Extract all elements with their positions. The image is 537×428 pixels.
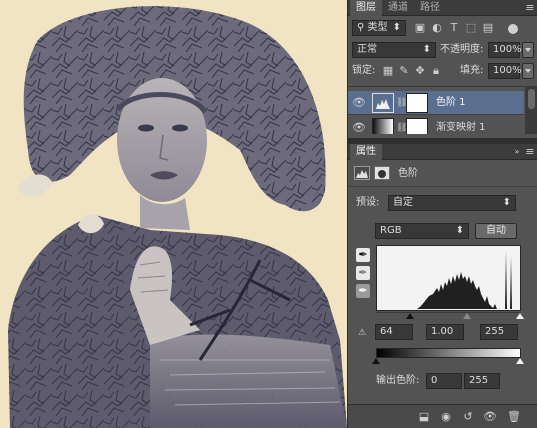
lock-pixels-icon[interactable]: ✎ [398, 64, 410, 78]
chevron-down-icon [525, 69, 531, 73]
layers-scrollbar[interactable] [525, 86, 537, 134]
output-white-field[interactable]: 255 [464, 373, 500, 389]
levels-adjustment-icon [354, 166, 370, 180]
output-black-field[interactable]: 0 [426, 373, 462, 389]
tab-properties[interactable]: 属性 [350, 144, 382, 160]
histogram-thumb-icon [376, 99, 390, 109]
layer-filter-select[interactable]: ⚲ 类型 ⬍ [352, 20, 406, 36]
layer-name-levels: 色阶 1 [436, 97, 466, 108]
double-exposure-artwork [8, 6, 347, 428]
auto-button[interactable]: 自动 [475, 223, 517, 239]
blend-mode-select[interactable]: 正常 ⬍ [352, 42, 436, 58]
preset-select[interactable]: 自定 ⬍ [388, 195, 516, 211]
document-canvas[interactable] [0, 0, 347, 428]
output-white-slider[interactable] [516, 358, 524, 364]
properties-tabbar: 属性 » ≡ [348, 144, 537, 160]
opacity-label: 不透明度: [440, 44, 484, 55]
input-slider-track [376, 312, 521, 313]
input-black-field[interactable]: 64 [375, 324, 413, 340]
right-eye [172, 124, 188, 132]
filter-type-icon[interactable]: T [448, 21, 460, 35]
histogram-mini-icon [356, 170, 368, 178]
properties-footer: ⬓ ◉ ↺ 👁︎ 🗑︎ [348, 404, 537, 428]
opacity-input[interactable]: 100% [488, 42, 522, 58]
panels-dock: 图层 通道 路径 ≡ ⚲ 类型 ⬍ ▣ ◐ T ⬚ ▤ 正常 ⬍ 不透明度: 1… [347, 0, 537, 428]
fill-input[interactable]: 100% [488, 63, 522, 79]
flower-bud [18, 174, 52, 197]
toggle-visibility-icon[interactable]: 👁︎ [482, 410, 498, 424]
histogram [376, 245, 521, 311]
input-black-slider[interactable] [406, 313, 414, 319]
layer-row-gradient-map[interactable]: 👁︎ ⛓︎ 渐变映射 1 [348, 116, 524, 134]
link-chain-icon: ⛓︎ [396, 123, 408, 133]
filter-adjustment-icon[interactable]: ◐ [431, 21, 443, 35]
panel-menu-icon[interactable]: ≡ [524, 145, 536, 159]
divider [348, 186, 537, 187]
tab-paths[interactable]: 路径 [414, 0, 446, 16]
blend-chevron-icon: ⬍ [422, 44, 431, 55]
trash-icon[interactable]: 🗑︎ [506, 410, 522, 424]
output-black-slider[interactable] [372, 358, 380, 364]
white-point-eyedropper-icon[interactable]: ✒︎ [356, 284, 370, 298]
layers-list: 👁︎ ⛓︎ 色阶 1 👁︎ ⛓︎ 渐变映射 1 [348, 86, 525, 134]
lock-all-icon[interactable]: 🔒︎ [430, 64, 442, 78]
left-eye [138, 124, 154, 132]
tab-layers[interactable]: 图层 [350, 0, 382, 16]
layer-row-levels[interactable]: 👁︎ ⛓︎ 色阶 1 [348, 91, 524, 115]
view-previous-state-icon[interactable]: ◉ [438, 410, 454, 424]
preset-chevron-icon: ⬍ [502, 197, 511, 208]
lock-label: 锁定: [352, 65, 376, 76]
filter-pixel-icon[interactable]: ▣ [414, 21, 426, 35]
preset-label: 预设: [356, 197, 380, 208]
gray-point-eyedropper-icon[interactable]: ✒︎ [356, 266, 370, 280]
filter-smartobject-icon[interactable]: ▤ [482, 21, 494, 35]
layer-mask-thumbnail[interactable] [406, 118, 428, 134]
layer-mask-thumbnail[interactable] [406, 93, 428, 113]
clipping-warning-icon[interactable]: ⚠︎ [354, 326, 370, 340]
filter-toggle-icon[interactable] [508, 24, 518, 34]
blend-mode-value: 正常 [357, 44, 377, 55]
chevron-down-icon [525, 48, 531, 52]
input-gamma-field[interactable]: 1.00 [426, 324, 464, 340]
output-levels-label: 输出色阶: [376, 375, 420, 386]
mask-icon[interactable] [374, 166, 390, 180]
filter-chevron-icon: ⬍ [392, 22, 401, 33]
reset-icon[interactable]: ↺ [460, 410, 476, 424]
collapse-icon[interactable]: » [512, 145, 522, 159]
input-white-field[interactable]: 255 [480, 324, 518, 340]
levels-adjustment-icon [372, 93, 394, 113]
visibility-eye-icon[interactable]: 👁︎ [352, 121, 366, 134]
input-white-slider[interactable] [516, 313, 524, 319]
link-chain-icon: ⛓︎ [396, 98, 408, 108]
input-gray-slider[interactable] [463, 313, 471, 319]
lock-transparency-icon[interactable]: ▦ [382, 64, 394, 78]
fill-dropdown-button[interactable] [522, 63, 534, 79]
water-area [150, 334, 347, 428]
opacity-dropdown-button[interactable] [522, 42, 534, 58]
layers-tabbar: 图层 通道 路径 ≡ [348, 0, 537, 16]
channel-chevron-icon: ⬍ [455, 225, 464, 236]
layer-name-gradient-map: 渐变映射 1 [436, 122, 486, 133]
black-point-eyedropper-icon[interactable]: ✒︎ [356, 248, 370, 262]
tab-channels[interactable]: 通道 [382, 0, 414, 16]
output-gradient-bar [376, 348, 521, 358]
filter-shape-icon[interactable]: ⬚ [465, 21, 477, 35]
clip-to-layer-icon[interactable]: ⬓ [416, 410, 432, 424]
preset-value: 自定 [393, 197, 413, 208]
channel-value: RGB [380, 225, 402, 236]
adjustment-name: 色阶 [398, 168, 418, 179]
filter-search-icon: ⚲ [357, 22, 365, 33]
lock-position-icon[interactable]: ✥ [414, 64, 426, 78]
panel-menu-icon[interactable]: ≡ [524, 1, 536, 15]
filter-type-label: 类型 [367, 22, 388, 33]
histogram-graph [417, 251, 512, 309]
fill-label: 填充: [460, 65, 484, 76]
gradient-map-icon [372, 118, 394, 134]
visibility-eye-icon[interactable]: 👁︎ [352, 96, 366, 110]
scroll-thumb[interactable] [528, 89, 535, 109]
channel-select[interactable]: RGB ⬍ [375, 223, 469, 239]
